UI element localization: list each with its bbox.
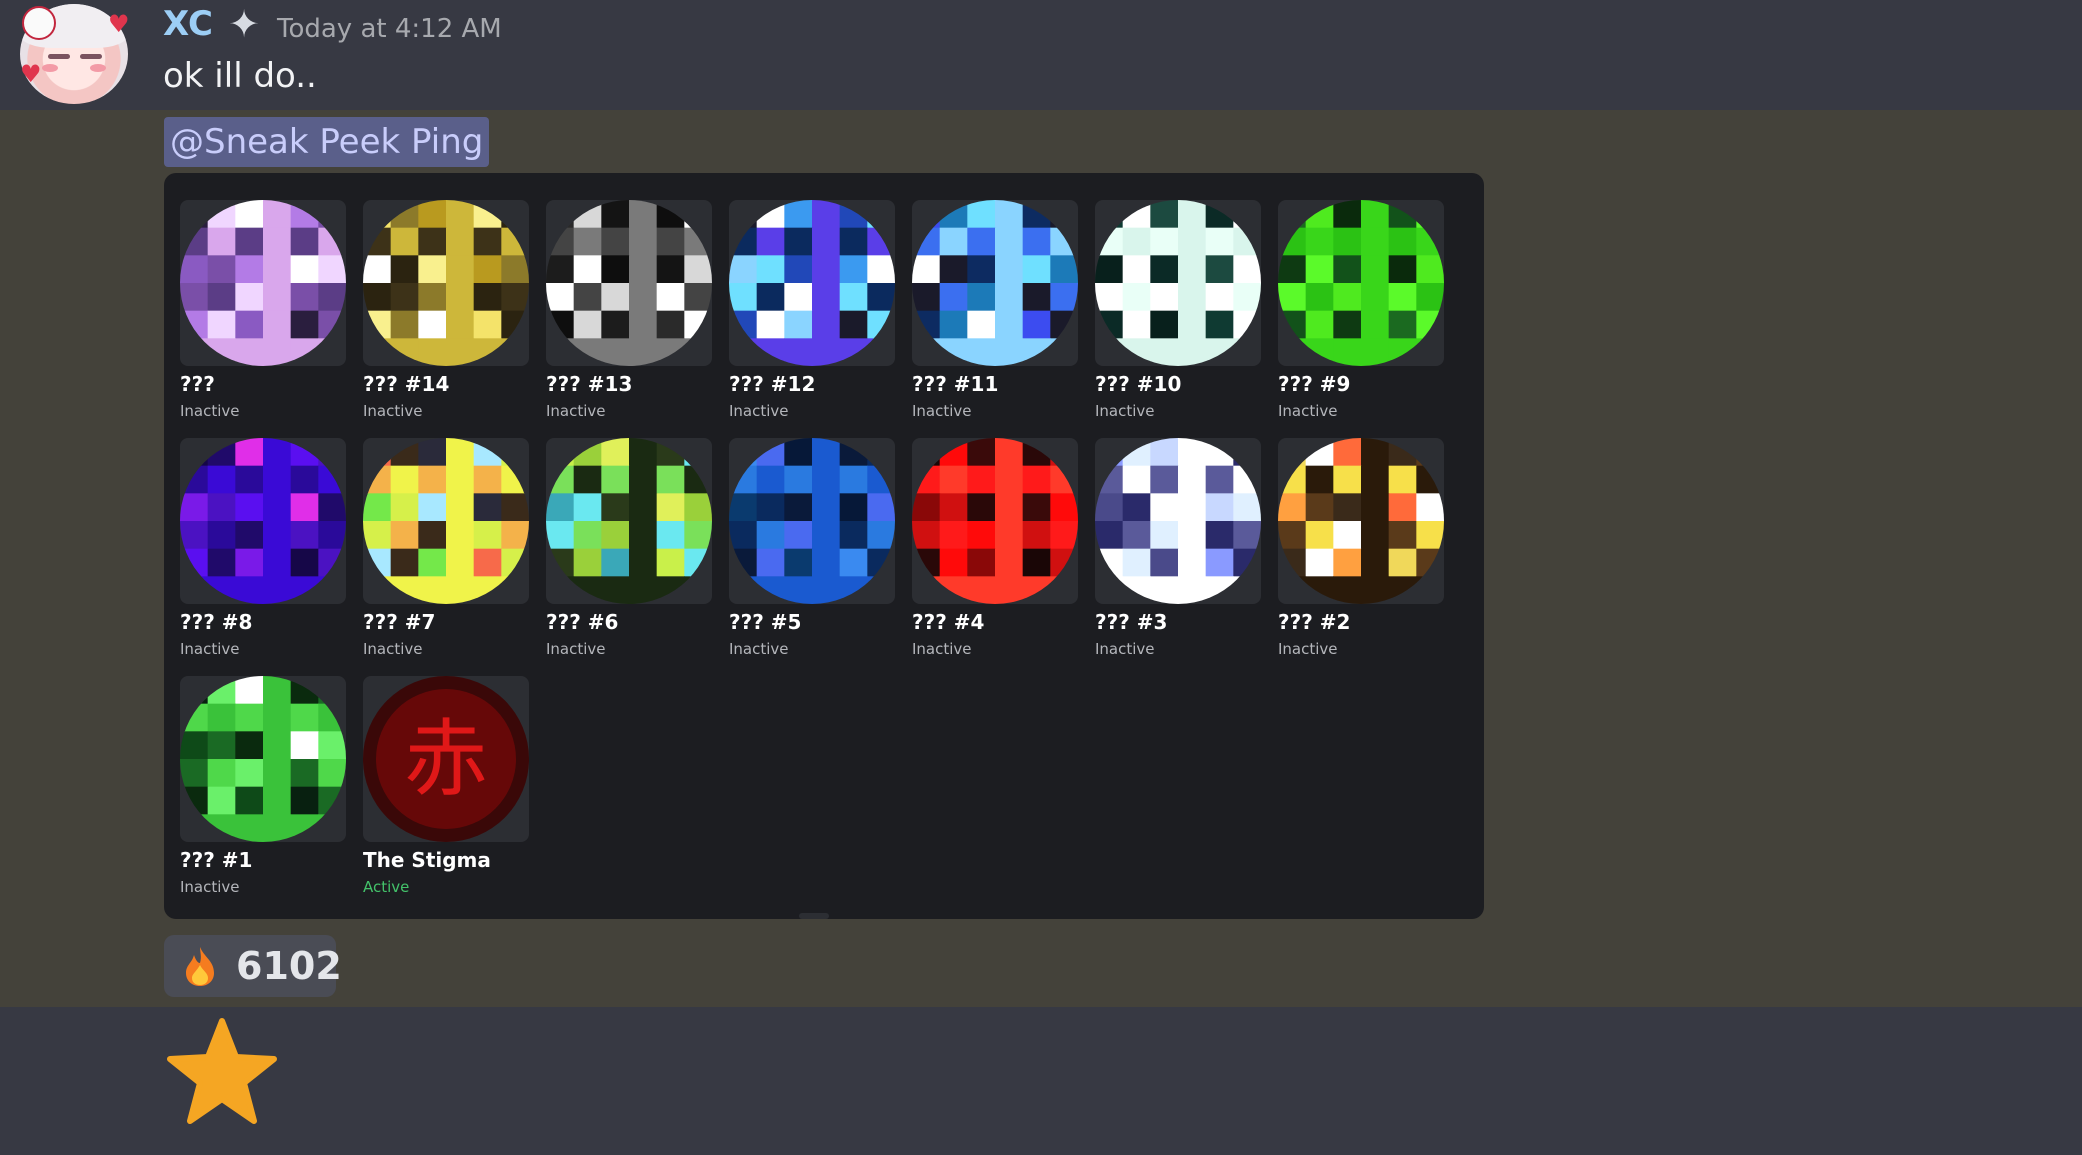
- item-status: Inactive: [1278, 402, 1338, 420]
- avatar-decoration-heart-icon: ♥: [20, 60, 42, 88]
- item-status: Inactive: [729, 402, 789, 420]
- item-thumbnail: [1278, 200, 1444, 366]
- item-image: [546, 438, 712, 604]
- item-image: 赤: [363, 676, 529, 842]
- item-thumbnail: [729, 438, 895, 604]
- item-status: Inactive: [1278, 640, 1338, 658]
- grid-item[interactable]: ??? Inactive: [180, 200, 346, 430]
- item-name: ??? #3: [1095, 610, 1168, 634]
- sneak-peek-grid: ??? Inactive ??? #14 Inactive ??? #13 Inactiv…: [164, 173, 1484, 919]
- grid-item[interactable]: ??? #10 Inactive: [1095, 200, 1261, 430]
- grid-item[interactable]: ??? #6 Inactive: [546, 438, 712, 668]
- item-image: [1095, 438, 1261, 604]
- item-name: ??? #6: [546, 610, 619, 634]
- grid-item[interactable]: ??? #12 Inactive: [729, 200, 895, 430]
- item-image: [729, 438, 895, 604]
- item-name: ??? #1: [180, 848, 253, 872]
- item-image: [180, 438, 346, 604]
- item-name: ??? #11: [912, 372, 999, 396]
- reaction-button[interactable]: 6102: [164, 935, 342, 997]
- item-name: ??? #9: [1278, 372, 1351, 396]
- stigma-glyph: 赤: [404, 710, 488, 808]
- item-thumbnail: [1095, 200, 1261, 366]
- item-thumbnail: [912, 438, 1078, 604]
- item-name: ??? #7: [363, 610, 436, 634]
- item-image: [912, 438, 1078, 604]
- item-thumbnail: [546, 438, 712, 604]
- grid-item[interactable]: ??? #3 Inactive: [1095, 438, 1261, 668]
- avatar-decoration-heart-icon: ♥: [108, 10, 130, 38]
- item-thumbnail: [1095, 438, 1261, 604]
- grid-item[interactable]: 赤 The Stigma Active: [363, 676, 529, 906]
- item-thumbnail: [180, 676, 346, 842]
- username[interactable]: XC: [163, 4, 213, 44]
- item-name: ??? #10: [1095, 372, 1182, 396]
- item-status: Active: [363, 878, 410, 896]
- item-thumbnail: 赤: [363, 676, 529, 842]
- fire-icon: [180, 945, 220, 987]
- star-icon: [166, 1017, 278, 1125]
- item-image: [180, 200, 346, 366]
- item-thumbnail: [180, 200, 346, 366]
- item-image: [1095, 200, 1261, 366]
- item-status: Inactive: [546, 640, 606, 658]
- grid-item[interactable]: ??? #9 Inactive: [1278, 200, 1444, 430]
- timestamp: Today at 4:12 AM: [277, 14, 502, 44]
- item-status: Inactive: [180, 878, 240, 896]
- item-status: Inactive: [180, 402, 240, 420]
- item-name: ??? #14: [363, 372, 450, 396]
- item-image: [363, 438, 529, 604]
- grid-item[interactable]: ??? #2 Inactive: [1278, 438, 1444, 668]
- item-status: Inactive: [546, 402, 606, 420]
- item-status: Inactive: [912, 402, 972, 420]
- item-thumbnail: [363, 438, 529, 604]
- item-image: [180, 676, 346, 842]
- item-name: ??? #5: [729, 610, 802, 634]
- grid-item[interactable]: ??? #8 Inactive: [180, 438, 346, 668]
- reaction-count: 6102: [236, 944, 342, 988]
- item-thumbnail: [1278, 438, 1444, 604]
- item-name: ??? #2: [1278, 610, 1351, 634]
- grid-item[interactable]: ??? #1 Inactive: [180, 676, 346, 906]
- item-image: [363, 200, 529, 366]
- item-thumbnail: [912, 200, 1078, 366]
- item-thumbnail: [180, 438, 346, 604]
- grid-item[interactable]: ??? #5 Inactive: [729, 438, 895, 668]
- item-name: ??? #12: [729, 372, 816, 396]
- grid-item[interactable]: ??? #14 Inactive: [363, 200, 529, 430]
- message-text: ok ill do..: [163, 56, 317, 96]
- item-image: [1278, 200, 1444, 366]
- item-thumbnail: [729, 200, 895, 366]
- item-status: Inactive: [1095, 640, 1155, 658]
- scroll-indicator: [799, 913, 829, 919]
- item-image: [729, 200, 895, 366]
- item-status: Inactive: [363, 402, 423, 420]
- grid-item[interactable]: ??? #7 Inactive: [363, 438, 529, 668]
- item-status: Inactive: [1095, 402, 1155, 420]
- item-name: ??? #8: [180, 610, 253, 634]
- item-name: ???: [180, 372, 215, 396]
- grid-item[interactable]: ??? #13 Inactive: [546, 200, 712, 430]
- item-image: [1278, 438, 1444, 604]
- avatar-decoration-skull-icon: [22, 6, 56, 40]
- item-status: Inactive: [180, 640, 240, 658]
- item-image: [912, 200, 1078, 366]
- item-status: Inactive: [363, 640, 423, 658]
- item-name: The Stigma: [363, 848, 491, 872]
- grid-item[interactable]: ??? #4 Inactive: [912, 438, 1078, 668]
- item-name: ??? #13: [546, 372, 633, 396]
- next-message-area: [0, 1007, 2082, 1155]
- badge-icon[interactable]: ✦: [224, 4, 264, 44]
- grid-item[interactable]: ??? #11 Inactive: [912, 200, 1078, 430]
- item-status: Inactive: [729, 640, 789, 658]
- role-mention[interactable]: @Sneak Peek Ping: [164, 117, 490, 167]
- item-name: ??? #4: [912, 610, 985, 634]
- item-image: [546, 200, 712, 366]
- item-thumbnail: [363, 200, 529, 366]
- item-status: Inactive: [912, 640, 972, 658]
- item-thumbnail: [546, 200, 712, 366]
